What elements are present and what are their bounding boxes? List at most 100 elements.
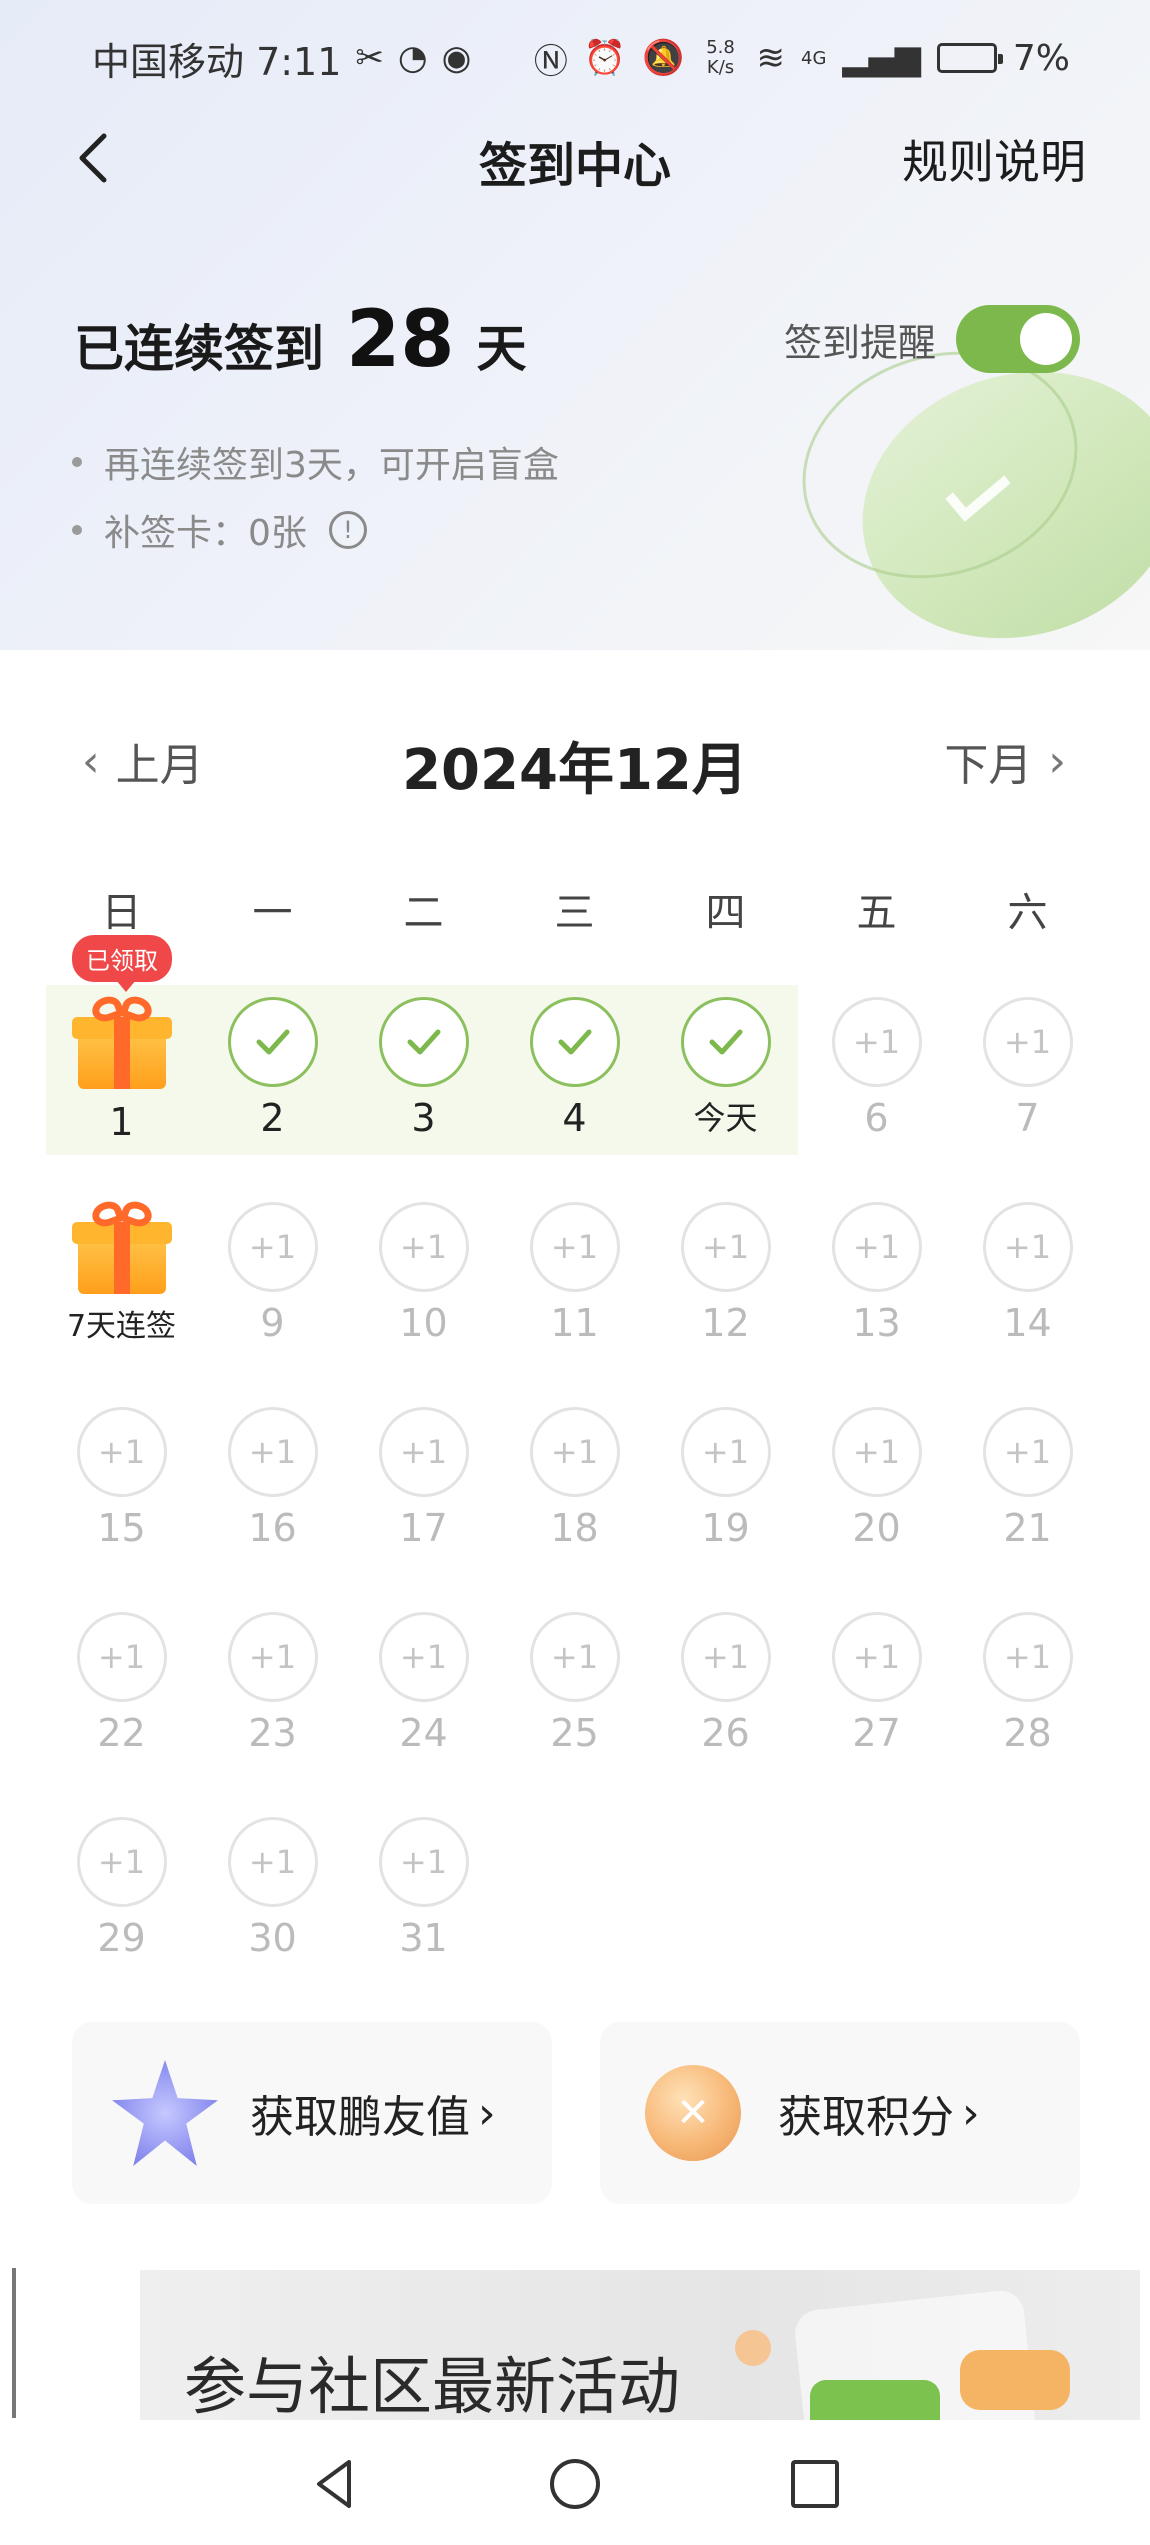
plus-one-marker: +1	[680, 1612, 771, 1702]
info-icon[interactable]: !	[328, 511, 367, 549]
calendar-day[interactable]: +1 17	[348, 1395, 499, 1565]
calendar-day[interactable]: +1 31	[348, 1805, 499, 1975]
calendar-day[interactable]: 2	[197, 985, 348, 1155]
day-number: 12	[701, 1301, 750, 1345]
calendar-day[interactable]: +1 29	[46, 1805, 197, 1975]
nav-back-button[interactable]	[305, 2454, 365, 2514]
tip-text: 补签卡：0张	[104, 513, 307, 554]
scissors-icon: ✂	[355, 38, 384, 78]
calendar-day[interactable]: +1 21	[952, 1395, 1103, 1565]
plus-one-marker: +1	[831, 1407, 922, 1497]
plus-one-marker: +1	[680, 1202, 771, 1292]
calendar-day[interactable]: +1 15	[46, 1395, 197, 1565]
calendar-day[interactable]: +1 26	[650, 1600, 801, 1770]
day-number: 13	[852, 1301, 901, 1345]
calendar-day[interactable]: +1 11	[499, 1190, 650, 1360]
day-number: 3	[411, 1096, 436, 1140]
calendar-day[interactable]: +1 23	[197, 1600, 348, 1770]
calendar-day[interactable]: +1 14	[952, 1190, 1103, 1360]
gift-icon	[71, 992, 172, 1091]
plus-one-marker: +1	[982, 1612, 1073, 1702]
plus-one-marker: +1	[227, 1202, 318, 1292]
nav-home-button[interactable]	[545, 2454, 605, 2514]
gift-icon	[71, 1197, 172, 1296]
mute-bell-icon: 🔕	[642, 38, 685, 78]
calendar-day[interactable]: +1 7	[952, 985, 1103, 1155]
triangle-back-icon	[317, 2460, 351, 2508]
weekday-fri: 五	[856, 890, 897, 936]
checkmark-icon	[227, 997, 318, 1087]
reminder-label: 签到提醒	[783, 320, 936, 365]
plus-one-marker: +1	[227, 1407, 318, 1497]
status-bar: 中国移动 7:11 ✂ ◔ ◉ Ⓝ ⏰ 🔕 5.8 K/s ≋ 4G ▂▄▆ 7%	[92, 28, 1070, 88]
get-points-card[interactable]: ✕ 获取积分 ›	[600, 2022, 1080, 2204]
nav-recents-button[interactable]	[785, 2454, 845, 2514]
calendar-day[interactable]: 3	[348, 985, 499, 1155]
weekday-thu: 四	[705, 890, 746, 936]
carousel-edge	[12, 2268, 16, 2418]
streak-unit: 天	[476, 320, 527, 378]
activity-banner[interactable]: 参与社区最新活动	[140, 2270, 1140, 2420]
today-label: 今天	[693, 1099, 758, 1137]
day-number: 29	[97, 1916, 146, 1960]
calendar-day[interactable]: +1 9	[197, 1190, 348, 1360]
day-number: 1	[109, 1100, 134, 1144]
day-number: 16	[248, 1506, 297, 1550]
weekday-mon: 一	[252, 890, 293, 936]
plus-one-marker: +1	[227, 1612, 318, 1702]
plus-one-marker: +1	[378, 1202, 469, 1292]
speedometer-icon: ◔	[397, 38, 428, 78]
calendar-day[interactable]: +1 25	[499, 1600, 650, 1770]
calendar-day[interactable]: +1 6	[801, 985, 952, 1155]
calendar-day[interactable]: +1 20	[801, 1395, 952, 1565]
day-number: 31	[399, 1916, 448, 1960]
month-navigation: ‹ 上月 2024年12月 下月 ›	[0, 725, 1150, 804]
square-recents-icon	[791, 2460, 839, 2508]
calendar-day[interactable]: +1 16	[197, 1395, 348, 1565]
reminder-toggle[interactable]	[956, 305, 1080, 373]
get-friend-value-card[interactable]: 获取鹏友值 ›	[72, 2022, 552, 2204]
weekday-header: 日 一 二 三 四 五 六	[46, 880, 1104, 938]
calendar-day[interactable]: 今天	[650, 985, 801, 1155]
nfc-icon: Ⓝ	[533, 41, 568, 82]
calendar-day[interactable]: +1 24	[348, 1600, 499, 1770]
plus-one-marker: +1	[529, 1202, 620, 1292]
plus-one-marker: +1	[529, 1407, 620, 1497]
plus-one-marker: +1	[378, 1612, 469, 1702]
day-number: 7	[1015, 1096, 1040, 1140]
plus-one-marker: +1	[680, 1407, 771, 1497]
calendar-day[interactable]: +1 30	[197, 1805, 348, 1975]
calendar-day[interactable]: +1 19	[650, 1395, 801, 1565]
plus-one-marker: +1	[831, 1612, 922, 1702]
calendar-day[interactable]: +1 27	[801, 1600, 952, 1770]
toggle-knob	[1020, 313, 1072, 365]
calendar-day[interactable]: 4	[499, 985, 650, 1155]
day-number: 14	[1003, 1301, 1052, 1345]
coin-icon: ✕	[638, 2058, 748, 2168]
calendar-day[interactable]: 7天连签	[46, 1190, 197, 1360]
calendar-day[interactable]: +1 12	[650, 1190, 801, 1360]
calendar-day[interactable]: +1 13	[801, 1190, 952, 1360]
alarm-icon: ⏰	[583, 38, 627, 78]
day-number: 25	[550, 1711, 599, 1755]
calendar-day[interactable]: 1	[46, 985, 197, 1155]
next-month-button[interactable]: 下月 ›	[944, 729, 1066, 793]
tip-text: 再连续签到3天，可开启盲盒	[104, 445, 559, 486]
weekday-sat: 六	[1007, 890, 1048, 936]
eye-icon: ◉	[441, 38, 472, 78]
signal-icon: ▂▄▆	[842, 38, 921, 78]
plus-one-marker: +1	[831, 1202, 922, 1292]
plus-one-marker: +1	[227, 1817, 318, 1907]
calendar-day[interactable]: +1 22	[46, 1600, 197, 1770]
calendar-day[interactable]: +1 18	[499, 1395, 650, 1565]
day-number: 20	[852, 1506, 901, 1550]
day-number: 11	[550, 1301, 599, 1345]
day-number: 22	[97, 1711, 146, 1755]
rules-link[interactable]: 规则说明	[902, 126, 1086, 192]
calendar-day[interactable]: +1 10	[348, 1190, 499, 1360]
calendar-day[interactable]: +1 28	[952, 1600, 1103, 1770]
next-month-label: 下月	[944, 740, 1033, 791]
circle-home-icon	[550, 2459, 600, 2509]
plus-one-marker: +1	[529, 1612, 620, 1702]
tips-list: 再连续签到3天，可开启盲盒 补签卡：0张 !	[72, 428, 559, 564]
